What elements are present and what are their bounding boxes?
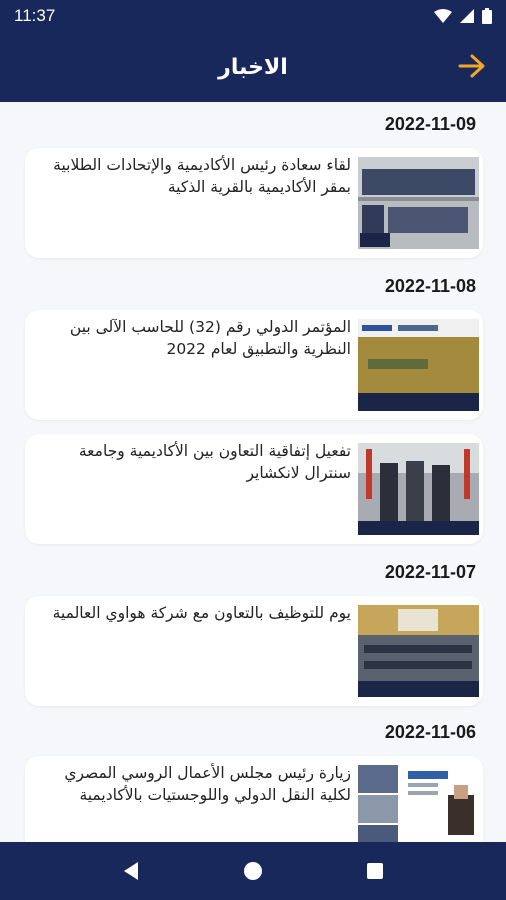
wifi-icon [434, 9, 452, 23]
news-thumbnail [358, 605, 479, 697]
status-bar: 11:37 [0, 0, 506, 32]
news-thumbnail [358, 157, 479, 249]
nav-back-button[interactable] [111, 851, 151, 891]
date-header: 2022-11-07 [384, 562, 476, 582]
nav-bar [0, 842, 506, 900]
nav-home-icon [244, 862, 262, 880]
news-title: يوم للتوظيف بالتعاون مع شركة هواوي العال… [52, 604, 351, 622]
news-title: تفعيل إتفاقية التعاون بين الأكاديمية وجا… [78, 442, 351, 482]
nav-recents-button[interactable] [355, 851, 395, 891]
date-header: 2022-11-09 [384, 114, 476, 134]
news-card[interactable]: تفعيل إتفاقية التعاون بين الأكاديمية وجا… [25, 434, 483, 544]
news-title: المؤتمر الدولي رقم (32) للحاسب الآلى بين… [69, 318, 351, 358]
news-card[interactable]: المؤتمر الدولي رقم (32) للحاسب الآلى بين… [25, 310, 483, 420]
news-card[interactable]: لقاء سعادة رئيس الأكاديمية والإتحادات ال… [25, 148, 483, 258]
date-header: 2022-11-08 [384, 276, 476, 296]
news-card[interactable]: زيارة رئيس مجلس الأعمال الروسي المصري لك… [25, 756, 483, 842]
date-header: 2022-11-06 [384, 722, 476, 742]
back-button[interactable] [454, 48, 490, 84]
news-list[interactable]: 2022-11-09 لقاء سعادة رئيس الأكاديمية وا… [0, 102, 506, 842]
news-thumbnail [358, 319, 479, 411]
signal-icon [460, 9, 474, 23]
news-title: لقاء سعادة رئيس الأكاديمية والإتحادات ال… [53, 156, 351, 196]
status-icons [434, 8, 492, 24]
news-thumbnail [358, 765, 479, 842]
nav-home-button[interactable] [233, 851, 273, 891]
news-title: زيارة رئيس مجلس الأعمال الروسي المصري لك… [64, 764, 351, 804]
status-time: 11:37 [14, 6, 56, 25]
page-title: الاخبار [218, 54, 288, 80]
nav-recents-icon [367, 863, 383, 879]
nav-back-icon [124, 862, 138, 880]
battery-icon [482, 8, 492, 24]
arrow-right-icon [458, 54, 485, 78]
app-bar: الاخبار [0, 32, 506, 102]
news-thumbnail [358, 443, 479, 535]
news-card[interactable]: يوم للتوظيف بالتعاون مع شركة هواوي العال… [25, 596, 483, 706]
